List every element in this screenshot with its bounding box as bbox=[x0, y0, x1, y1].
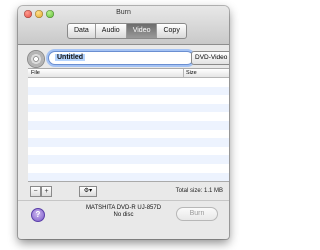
disc-name-field[interactable]: Untitled bbox=[48, 51, 194, 65]
format-selected-value: DVD-Video bbox=[195, 54, 228, 61]
gear-icon[interactable]: ⚙▾ bbox=[79, 186, 97, 197]
table-row bbox=[28, 172, 229, 182]
table-row bbox=[28, 112, 229, 121]
table-row bbox=[28, 164, 229, 173]
table-row bbox=[28, 147, 229, 156]
column-header-size[interactable]: Size bbox=[183, 69, 197, 77]
add-button[interactable]: + bbox=[41, 186, 52, 197]
divider bbox=[18, 200, 229, 201]
table-row bbox=[28, 155, 229, 164]
table-row bbox=[28, 120, 229, 130]
tab-copy[interactable]: Copy bbox=[156, 24, 185, 38]
total-size: Total size: 1.1 MB bbox=[175, 188, 223, 194]
burn-window: Burn Data Audio Video Copy Untitled DVD-… bbox=[18, 6, 229, 239]
title-bar: Burn Data Audio Video Copy bbox=[18, 6, 229, 45]
table-rows bbox=[28, 78, 229, 182]
tab-data[interactable]: Data bbox=[68, 24, 95, 38]
burn-button[interactable]: Burn bbox=[176, 207, 218, 221]
table-row bbox=[28, 103, 229, 113]
tab-bar: Data Audio Video Copy bbox=[67, 23, 187, 39]
table-header: File Size bbox=[28, 69, 229, 78]
table-row bbox=[28, 78, 229, 87]
file-table[interactable]: File Size bbox=[28, 68, 229, 182]
tab-audio[interactable]: Audio bbox=[94, 24, 126, 38]
remove-button[interactable]: − bbox=[30, 186, 41, 197]
table-row bbox=[28, 95, 229, 104]
column-header-file[interactable]: File bbox=[31, 69, 40, 77]
tab-video[interactable]: Video bbox=[125, 24, 157, 38]
format-popup[interactable]: DVD-Video ▲▼ bbox=[191, 51, 229, 65]
table-row bbox=[28, 130, 229, 139]
table-row bbox=[28, 138, 229, 147]
table-row bbox=[28, 86, 229, 96]
window-title: Burn bbox=[116, 9, 131, 16]
disc-name-value: Untitled bbox=[55, 54, 86, 61]
disc-icon bbox=[28, 51, 44, 67]
